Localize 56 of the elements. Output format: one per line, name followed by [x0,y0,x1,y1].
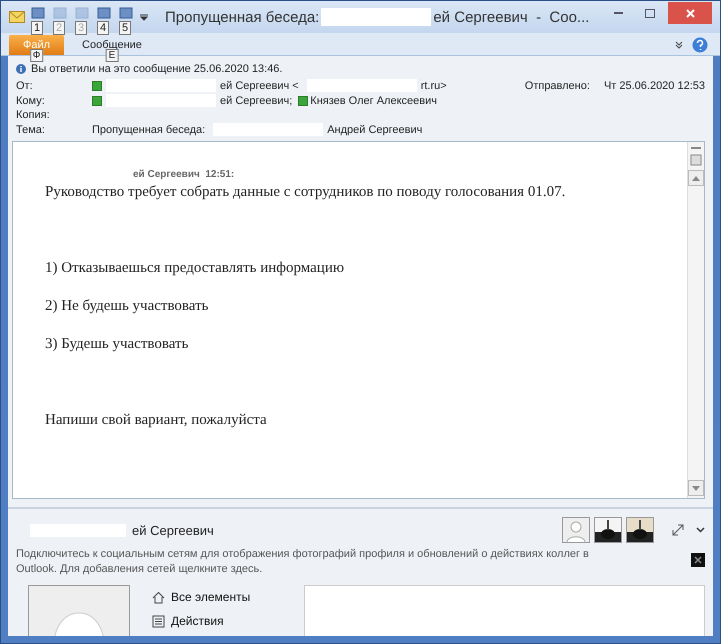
header-label: Кому: [16,94,46,106]
up-arrow-icon [692,176,700,180]
header-value: ей Сергеевич; [220,94,292,106]
message-paragraph: Руководство требует собрать данные с сотрудников по поводу голосования 01.07. [45,183,566,201]
ruler-icon[interactable] [690,146,702,168]
message-paragraph: 3) Будешь участвовать [45,335,190,353]
down-arrow-icon [692,486,700,490]
collapse-icon[interactable] [674,40,684,50]
people-nav-item[interactable]: Действия [152,609,282,633]
key-tip: 3 [75,21,88,35]
toolbar-icon[interactable] [31,7,45,19]
key-tip: 4 [97,21,110,35]
maximize-icon [645,8,655,18]
list-icon [152,614,165,628]
chevron-icon[interactable] [696,527,705,533]
toolbar-icon[interactable] [119,7,133,19]
home-icon [152,590,165,604]
avatar-icon[interactable] [562,517,590,543]
window-title: Пропущенная беседа: [165,8,320,26]
close-icon[interactable] [691,553,705,567]
scroll-up-button[interactable] [688,170,704,186]
key-tip: Е [106,49,118,62]
scroll-down-button[interactable] [688,480,704,496]
help-icon[interactable] [692,37,708,53]
header-value: Андрей Сергеевич [327,124,422,136]
header-value: rt.ru> [420,80,447,92]
social-network-notice[interactable]: Подключитесь к социальным сетям для отображения фотографий профиля и обновлений о действиях коллег в Outlook. Для добавления сетей щелкните здесь. [16,547,687,577]
message-paragraph: Напиши свой вариант, пожалуйста [45,411,268,429]
message-paragraph: 1) Отказываешься предоставлять информацию [45,259,346,277]
header-value: Пропущенная беседа: [92,124,206,136]
reply-notice: Вы ответили на это сообщение 25.06.2020 13:46. [31,63,282,75]
close-icon [686,8,694,18]
contact-name: ей Сергеевич [132,522,215,538]
sent-date: Чт 25.06.2020 12:53 [604,80,705,92]
expand-icon[interactable] [672,524,684,536]
key-tip: 5 [119,21,132,35]
dropdown-icon[interactable] [139,12,149,22]
people-nav-item[interactable]: Все элементы [152,585,282,609]
header-value: Князев Олег Алексеевич [310,94,437,106]
header-label: Копия: [16,109,51,121]
message-paragraph: 2) Не будешь участвовать [45,297,210,315]
info-icon [16,64,26,74]
message-author: ей Сергеевич 12:51: [133,169,234,180]
header-label: От: [16,80,34,92]
minimize-icon [614,12,622,14]
envelope-icon [9,11,25,23]
key-tip: 1 [31,21,44,35]
key-tip: 2 [53,21,66,35]
close-button[interactable] [668,2,712,24]
key-tip: Ф [30,49,44,62]
window-title: ей Сергеевич - Соо... [433,8,590,26]
sent-label: Отправлено: [524,80,590,92]
header-label: Тема: [16,124,46,136]
toolbar-icon[interactable] [97,7,111,19]
header-value: ей Сергеевич < [220,80,299,92]
presence-icon [298,96,308,106]
